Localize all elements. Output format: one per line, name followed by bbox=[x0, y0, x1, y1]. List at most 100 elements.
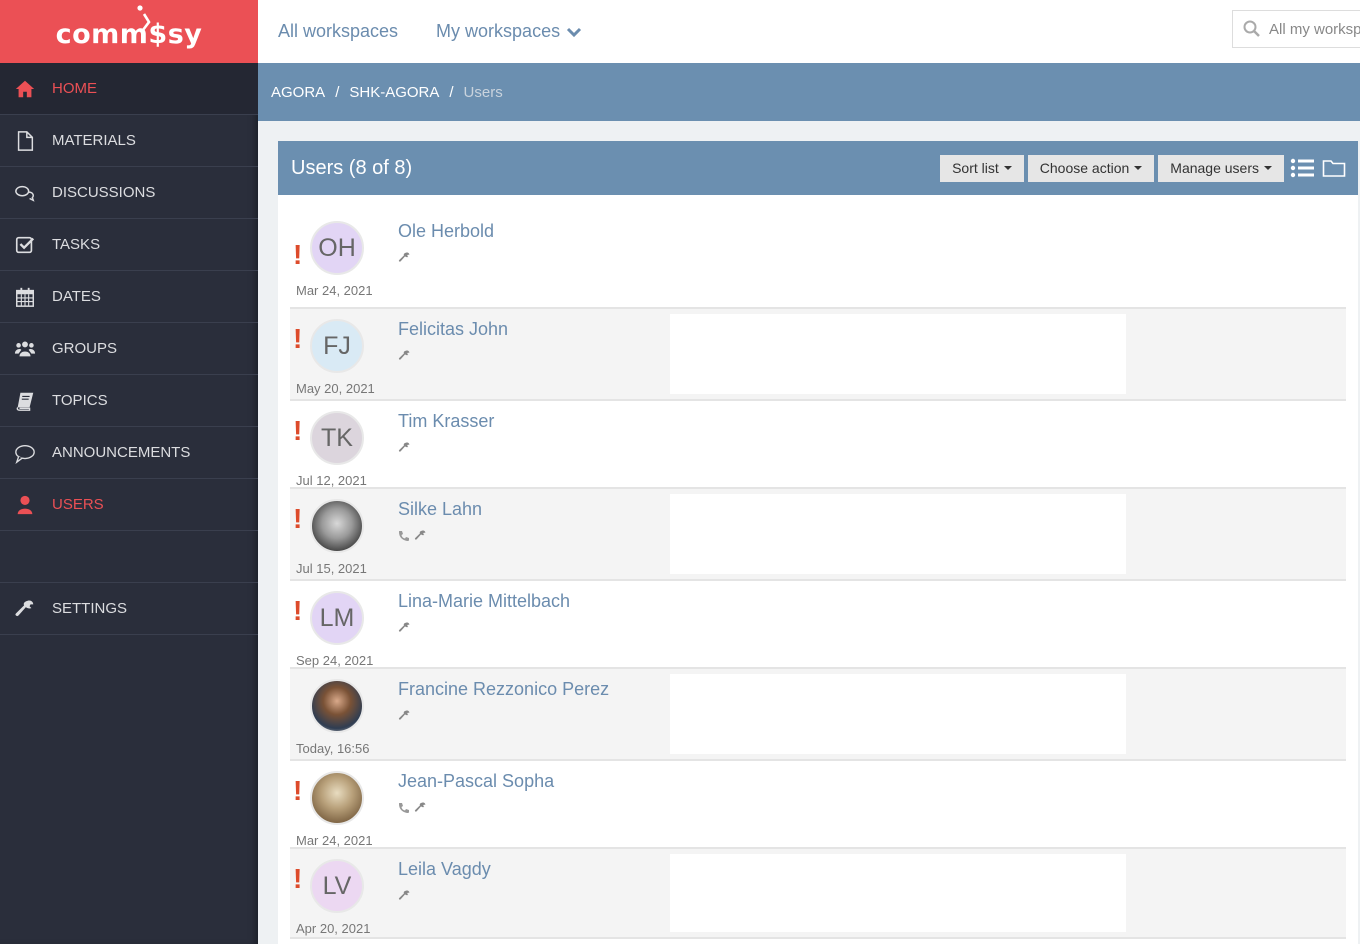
search-input[interactable] bbox=[1269, 20, 1360, 38]
phone-icon bbox=[398, 529, 410, 547]
last-login-date: Jul 12, 2021 bbox=[296, 473, 367, 488]
avatar-initials: FJ bbox=[323, 331, 351, 360]
user-row[interactable]: ! LV Apr 20, 2021 Leila Vagdy bbox=[290, 849, 1346, 939]
sidebar-item-label: DATES bbox=[52, 288, 101, 305]
book-icon bbox=[0, 390, 50, 412]
sidebar-item-materials[interactable]: MATERIALS bbox=[0, 115, 258, 167]
alert-icon: ! bbox=[293, 323, 303, 354]
last-login-date: Mar 24, 2021 bbox=[296, 283, 373, 298]
panel-actions: Sort list Choose action Manage users bbox=[936, 154, 1346, 182]
folder-icon[interactable] bbox=[1322, 158, 1346, 178]
sidebar-item-label: GROUPS bbox=[52, 340, 118, 357]
user-name-link[interactable]: Lina-Marie Mittelbach bbox=[398, 591, 570, 612]
user-status-icons bbox=[398, 709, 609, 727]
alert-icon: ! bbox=[293, 775, 303, 806]
sidebar-item-groups[interactable]: GROUPS bbox=[0, 323, 258, 375]
sidebar-item-label: USERS bbox=[52, 496, 104, 513]
commsy-logo[interactable]: comm$sy bbox=[0, 0, 258, 63]
avatar-initials: LM bbox=[319, 603, 355, 632]
user-row[interactable]: ! TK Jul 12, 2021 Tim Krasser bbox=[290, 401, 1346, 489]
sidebar-item-home[interactable]: HOME bbox=[0, 63, 258, 115]
sidebar-item-label: HOME bbox=[52, 80, 97, 97]
wrench-icon bbox=[414, 801, 427, 819]
user-row[interactable]: ! Jul 15, 2021 Silke Lahn bbox=[290, 489, 1346, 581]
user-row[interactable]: ! FJ May 20, 2021 Felicitas John bbox=[290, 309, 1346, 401]
choose-action-label: Choose action bbox=[1039, 160, 1130, 176]
sidebar-nav: HOME MATERIALS DISCUSSIONS TASKS DATES G… bbox=[0, 63, 258, 635]
sidebar-item-discussions[interactable]: DISCUSSIONS bbox=[0, 167, 258, 219]
phone-icon bbox=[398, 801, 410, 819]
user-name-link[interactable]: Francine Rezzonico Perez bbox=[398, 679, 609, 700]
sidebar-item-tasks[interactable]: TASKS bbox=[0, 219, 258, 271]
avatar[interactable]: LM bbox=[310, 591, 364, 645]
breadcrumb-current: Users bbox=[463, 83, 503, 101]
manage-users-button[interactable]: Manage users bbox=[1158, 154, 1284, 182]
sidebar-item-announcements[interactable]: ANNOUNCEMENTS bbox=[0, 427, 258, 479]
user-name-link[interactable]: Jean-Pascal Sopha bbox=[398, 771, 554, 792]
users-group-icon bbox=[0, 338, 50, 360]
chevron-down-icon bbox=[567, 27, 582, 37]
user-name-link[interactable]: Leila Vagdy bbox=[398, 859, 491, 880]
avatar-initials: LV bbox=[322, 871, 352, 900]
avatar[interactable]: FJ bbox=[310, 319, 364, 373]
sort-list-button[interactable]: Sort list bbox=[940, 154, 1024, 182]
user-status-icons bbox=[398, 349, 508, 367]
alert-icon: ! bbox=[293, 863, 303, 894]
user-row[interactable]: ! OH Mar 24, 2021 Ole Herbold bbox=[290, 197, 1346, 309]
manage-users-label: Manage users bbox=[1170, 160, 1259, 176]
user-status-icons bbox=[398, 801, 554, 819]
user-status-icons bbox=[398, 251, 494, 269]
top-bar: All workspaces My workspaces bbox=[258, 0, 1360, 63]
avatar[interactable] bbox=[310, 679, 364, 733]
sidebar-item-label: TOPICS bbox=[52, 392, 108, 409]
wrench-icon bbox=[0, 598, 50, 620]
user-status-icons bbox=[398, 621, 570, 639]
sidebar-spacer bbox=[0, 531, 258, 583]
last-login-date: Today, 16:56 bbox=[296, 741, 370, 756]
wrench-icon bbox=[398, 349, 411, 367]
user-row[interactable]: Today, 16:56 Francine Rezzonico Perez bbox=[290, 669, 1346, 761]
last-login-date: Apr 20, 2021 bbox=[296, 921, 371, 936]
sidebar-item-label: MATERIALS bbox=[52, 132, 136, 149]
avatar-initials: TK bbox=[321, 423, 353, 452]
avatar[interactable] bbox=[310, 771, 364, 825]
user-name-link[interactable]: Silke Lahn bbox=[398, 499, 482, 520]
user-name-link[interactable]: Felicitas John bbox=[398, 319, 508, 340]
home-icon bbox=[0, 78, 50, 100]
sidebar-item-label: DISCUSSIONS bbox=[52, 184, 156, 201]
sidebar-item-users[interactable]: USERS bbox=[0, 479, 258, 531]
avatar[interactable]: LV bbox=[310, 859, 364, 913]
avatar[interactable] bbox=[310, 499, 364, 553]
speech-bubble-icon bbox=[0, 442, 50, 464]
breadcrumb-item[interactable]: AGORA bbox=[271, 84, 325, 101]
user-row[interactable]: ! LM Sep 24, 2021 Lina-Marie Mittelbach bbox=[290, 581, 1346, 669]
user-status-icons bbox=[398, 441, 494, 459]
user-list: ! OH Mar 24, 2021 Ole Herbold ! FJ May 2… bbox=[278, 197, 1358, 939]
workspace-search[interactable] bbox=[1232, 10, 1360, 48]
user-name-link[interactable]: Tim Krasser bbox=[398, 411, 494, 432]
last-login-date: May 20, 2021 bbox=[296, 381, 375, 396]
sidebar-item-settings[interactable]: SETTINGS bbox=[0, 583, 258, 635]
sidebar-item-dates[interactable]: DATES bbox=[0, 271, 258, 323]
breadcrumb-item[interactable]: SHK-AGORA bbox=[349, 84, 439, 101]
page-title: Users (8 of 8) bbox=[291, 156, 413, 179]
alert-icon: ! bbox=[293, 595, 303, 626]
user-status-icons bbox=[398, 529, 482, 547]
avatar[interactable]: TK bbox=[310, 411, 364, 465]
last-login-date: Sep 24, 2021 bbox=[296, 653, 374, 668]
user-name-link[interactable]: Ole Herbold bbox=[398, 221, 494, 242]
last-login-date: Mar 24, 2021 bbox=[296, 833, 373, 848]
avatar[interactable]: OH bbox=[310, 221, 364, 275]
wrench-icon bbox=[398, 889, 411, 907]
sidebar-item-label: ANNOUNCEMENTS bbox=[52, 444, 191, 461]
sidebar-item-topics[interactable]: TOPICS bbox=[0, 375, 258, 427]
user-row[interactable]: ! Mar 24, 2021 Jean-Pascal Sopha bbox=[290, 761, 1346, 849]
wrench-icon bbox=[414, 529, 427, 547]
alert-icon: ! bbox=[293, 503, 303, 534]
choose-action-button[interactable]: Choose action bbox=[1027, 154, 1155, 182]
alert-icon: ! bbox=[293, 239, 303, 270]
my-workspaces-dropdown[interactable]: My workspaces bbox=[436, 21, 582, 42]
all-workspaces-link[interactable]: All workspaces bbox=[278, 21, 398, 42]
list-view-icon[interactable] bbox=[1290, 157, 1316, 179]
logo-text: comm$sy bbox=[55, 19, 203, 50]
